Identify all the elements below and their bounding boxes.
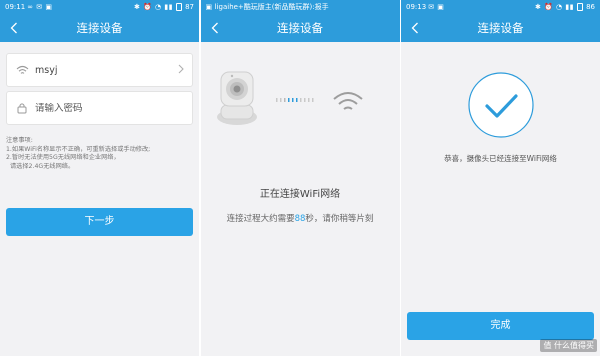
title-bar: 连接设备 — [200, 14, 400, 42]
screenshot-collage: 09:11 ∞ ✉ ▣ ✱ ⏰ ◔ ▮▮ 87 连接设备 msyj 注意事项: … — [0, 0, 600, 356]
wifi-icon — [15, 63, 29, 77]
success-badge — [401, 70, 600, 140]
status-time: 09:13 — [406, 3, 427, 11]
chevron-right-icon — [178, 64, 184, 77]
notification-icons: ✉ ▣ — [428, 3, 445, 11]
next-step-button[interactable]: 下一步 — [6, 208, 193, 236]
battery-level: 86 — [586, 3, 595, 11]
notes-line: 2.暂时无法使用5G无线网络和企业网络， — [6, 154, 120, 161]
notes-line: 1.如果WiFi名称显示不正确，可重新选择或手动修改; — [6, 145, 151, 153]
notification-icons: ∞ ✉ ▣ — [27, 3, 53, 11]
notification-icon: ▣ — [205, 3, 213, 11]
title-bar: 连接设备 — [0, 14, 199, 42]
notes-line: 注意事项: — [6, 137, 33, 144]
battery-icon — [577, 3, 584, 11]
wifi-icon — [332, 92, 363, 110]
page-title: 连接设备 — [277, 21, 323, 35]
lock-icon — [15, 101, 29, 115]
page-title: 连接设备 — [76, 21, 123, 35]
camera-icon — [216, 71, 257, 125]
connect-duration-hint: 连接过程大约需要88秒，请你稍等片刻 — [201, 212, 400, 224]
notes-line: 请选择2.4G无线网络。 — [10, 162, 75, 170]
connection-illustration — [201, 62, 400, 132]
back-arrow-icon[interactable] — [207, 14, 223, 42]
wifi-name-value: msyj — [35, 64, 58, 76]
password-field[interactable] — [6, 91, 193, 125]
back-arrow-icon[interactable] — [407, 14, 423, 42]
countdown-seconds: 88 — [294, 214, 306, 224]
wifi-name-field[interactable]: msyj — [6, 53, 193, 87]
page-title: 连接设备 — [477, 21, 524, 35]
connecting-status: 正在连接WiFi网络 — [259, 189, 341, 200]
password-input[interactable] — [35, 102, 175, 114]
status-notification-title: ligaihe+酷玩版主(新品酷玩群):报手 — [214, 3, 329, 11]
success-message: 恭喜，摄像头已经连接至WiFi网络 — [444, 154, 557, 163]
hint-prefix: 连接过程大约需要 — [226, 214, 295, 224]
status-bar: 09:13 ✉ ▣ ✱ ⏰ ◔ ▮▮ 86 — [401, 0, 600, 14]
screen-connected: 09:13 ✉ ▣ ✱ ⏰ ◔ ▮▮ 86 连接设备 恭喜，摄像头已经连接至Wi… — [401, 0, 600, 356]
title-bar: 连接设备 — [401, 14, 600, 42]
battery-level: 87 — [185, 3, 194, 11]
screen-wifi-setup: 09:11 ∞ ✉ ▣ ✱ ⏰ ◔ ▮▮ 87 连接设备 msyj 注意事项: … — [0, 0, 199, 356]
signal-dots-icon — [275, 98, 313, 102]
hint-suffix: 秒，请你稍等片刻 — [305, 214, 374, 224]
check-circle-icon — [467, 72, 534, 138]
watermark: 值 什么值得买 — [540, 339, 597, 352]
camera-wifi-illustration — [216, 71, 363, 125]
system-icons: ✱ ⏰ ◔ ▮▮ — [535, 3, 575, 11]
status-bar: 09:11 ∞ ✉ ▣ ✱ ⏰ ◔ ▮▮ 87 — [0, 0, 199, 14]
done-button[interactable]: 完成 — [407, 312, 594, 340]
screen-connecting: ▣ ligaihe+酷玩版主(新品酷玩群):报手 连接设备 正在连接WiFi网络… — [200, 0, 400, 356]
back-arrow-icon[interactable] — [6, 14, 22, 42]
system-icons: ✱ ⏰ ◔ ▮▮ — [134, 3, 174, 11]
status-bar: ▣ ligaihe+酷玩版主(新品酷玩群):报手 — [200, 0, 400, 14]
status-time: 09:11 — [5, 3, 26, 11]
battery-icon — [176, 3, 183, 11]
notes-block: 注意事项: 1.如果WiFi名称显示不正确，可重新选择或手动修改; 2.暂时无法… — [6, 137, 193, 171]
